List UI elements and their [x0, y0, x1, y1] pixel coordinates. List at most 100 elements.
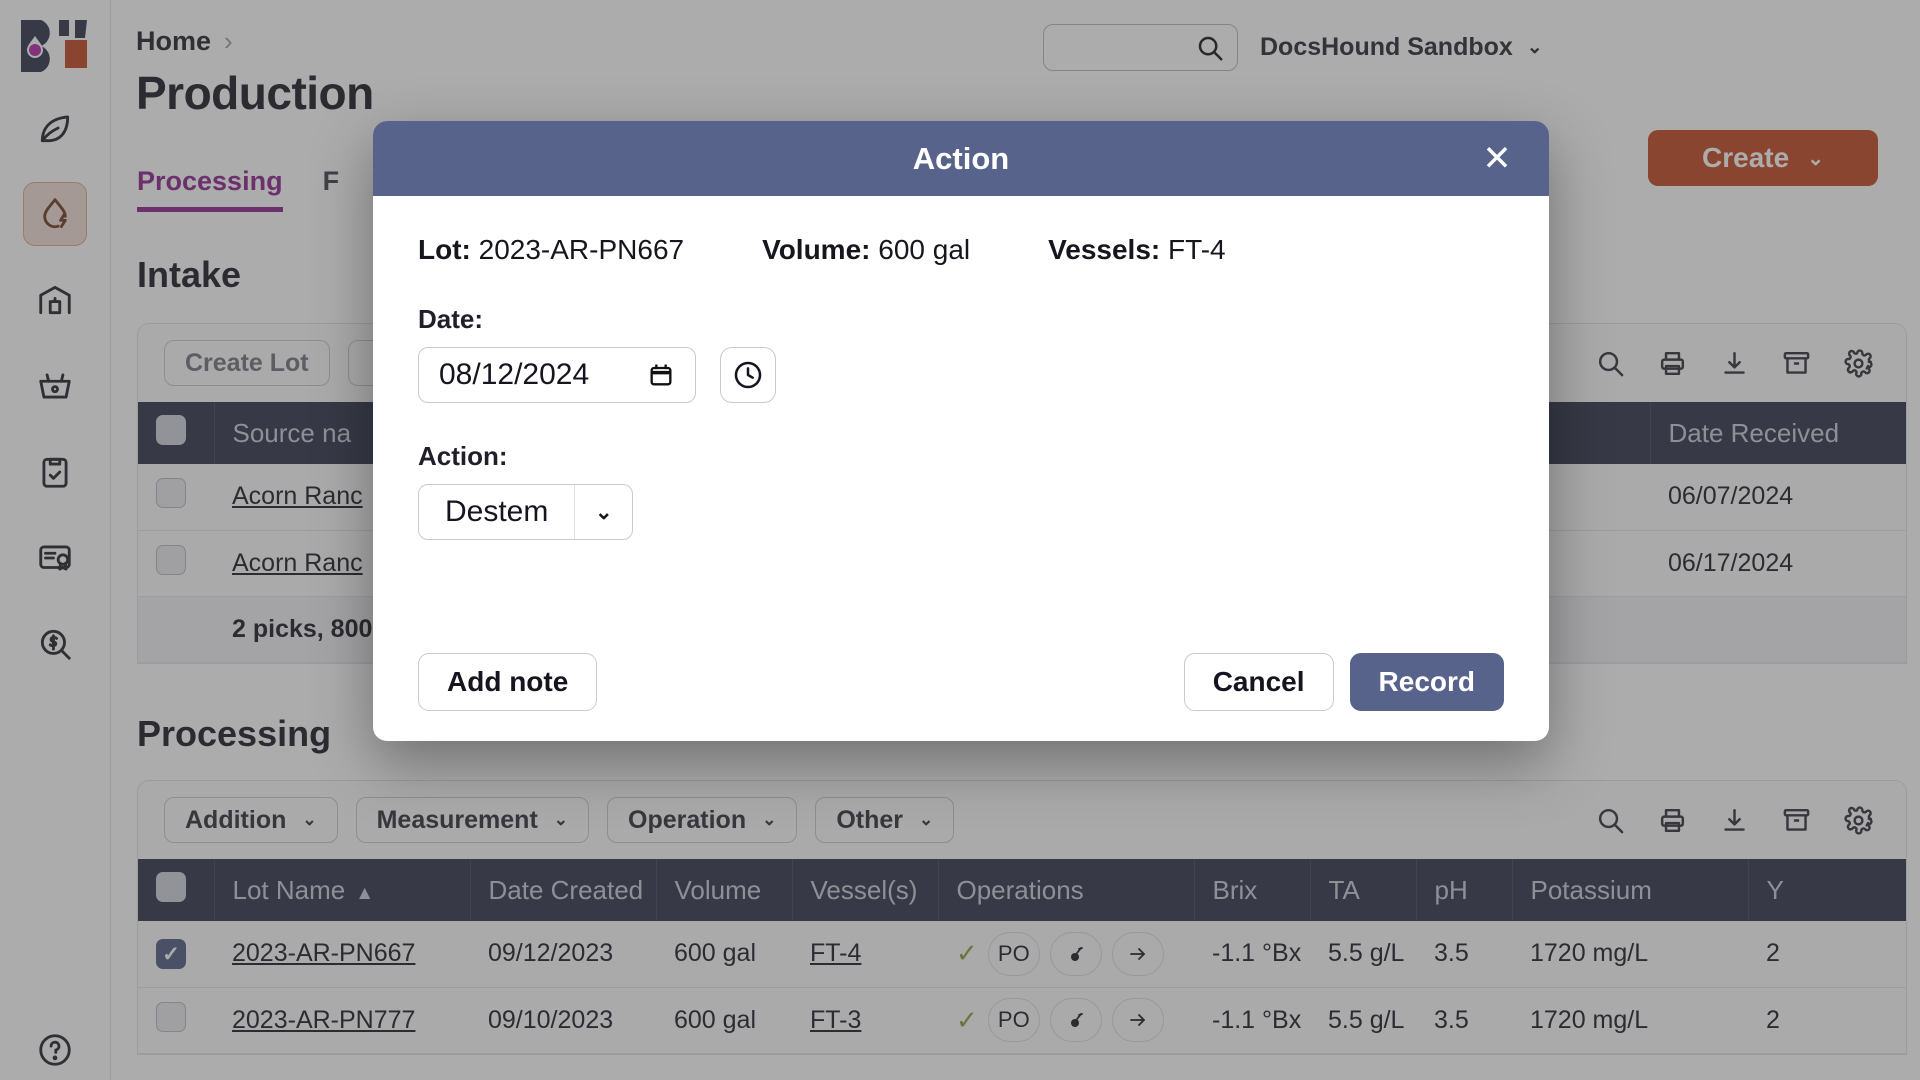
download-icon[interactable] — [1712, 798, 1756, 842]
row-checkbox-cell[interactable] — [138, 987, 214, 1054]
screen: Home › DocsHound Sandbox ⌄ Production Pr… — [0, 0, 1920, 1080]
certificate-icon — [39, 545, 71, 571]
column-date-created[interactable]: Date Created — [470, 859, 657, 921]
create-button-label: Create — [1702, 142, 1790, 173]
column-vessels[interactable]: Vessel(s) — [792, 859, 939, 921]
sidebar-item-costing[interactable] — [23, 612, 87, 676]
gear-icon[interactable] — [1836, 341, 1880, 385]
print-icon[interactable] — [1650, 341, 1694, 385]
cell-vessel: FT-3 — [792, 987, 938, 1054]
column-lot-name-label: Lot Name — [232, 874, 346, 905]
lot-link[interactable]: 2023-AR-PN667 — [232, 939, 415, 967]
chevron-down-icon: ⌄ — [1526, 37, 1543, 58]
column-operations[interactable]: Operations — [938, 859, 1195, 921]
row-checkbox[interactable] — [156, 478, 186, 509]
create-lot-button[interactable]: Create Lot — [164, 340, 330, 386]
source-link[interactable]: Acorn Ranc — [232, 549, 363, 577]
row-checkbox-cell[interactable]: ✓ — [138, 921, 214, 988]
sidebar-item-vineyard[interactable] — [23, 96, 87, 160]
status-check-icon: ✓ — [956, 938, 978, 969]
table-row[interactable]: 2023-AR-PN777 09/10/2023 600 gal FT-3 ✓ … — [138, 987, 1906, 1054]
column-ph[interactable]: pH — [1416, 859, 1513, 921]
meta-volume-value: 600 gal — [878, 234, 971, 265]
archive-icon[interactable] — [1774, 798, 1818, 842]
select-all-checkbox[interactable] — [156, 871, 186, 902]
grape-icon[interactable] — [1049, 931, 1102, 976]
row-checkbox[interactable] — [156, 1001, 186, 1032]
action-select[interactable]: Destem ⌄ — [418, 484, 634, 540]
sidebar-item-warehouse[interactable] — [23, 268, 87, 332]
droplet-bolt-icon — [43, 198, 67, 229]
sidebar-item-orders[interactable] — [23, 354, 87, 418]
cell-date-received: 06/07/2024 — [1650, 464, 1906, 531]
filter-addition[interactable]: Addition ⌄ — [164, 797, 338, 843]
filter-measurement[interactable]: Measurement ⌄ — [355, 797, 590, 843]
search-icon[interactable] — [1588, 798, 1632, 842]
vessel-link[interactable]: FT-3 — [810, 1006, 861, 1034]
processing-panel: Addition ⌄ Measurement ⌄ Operation ⌄ Oth… — [137, 780, 1907, 1055]
row-checkbox[interactable] — [156, 544, 186, 575]
chevron-down-icon: ⌄ — [553, 810, 569, 829]
column-ta[interactable]: TA — [1310, 859, 1417, 921]
arrow-right-icon[interactable] — [1111, 998, 1164, 1042]
print-icon[interactable] — [1650, 798, 1694, 842]
modal-meta-row: Lot: 2023-AR-PN667 Volume: 600 gal Vesse… — [418, 234, 1504, 266]
grape-icon[interactable] — [1049, 998, 1102, 1042]
column-date-received[interactable]: Date Received — [1650, 402, 1906, 464]
download-icon[interactable] — [1712, 341, 1756, 385]
close-icon[interactable]: ✕ — [1477, 139, 1517, 179]
tab-secondary[interactable]: F — [323, 166, 340, 212]
tab-processing[interactable]: Processing — [137, 166, 283, 212]
add-note-button[interactable]: Add note — [418, 653, 598, 711]
gear-icon[interactable] — [1836, 798, 1880, 842]
meta-vessels-key: Vessels: — [1048, 234, 1161, 265]
column-y[interactable]: Y — [1748, 859, 1906, 921]
filter-operation[interactable]: Operation ⌄ — [607, 797, 798, 843]
lot-link[interactable]: 2023-AR-PN777 — [232, 1006, 415, 1034]
vessel-link[interactable]: FT-4 — [810, 939, 861, 967]
breadcrumb-home[interactable]: Home — [136, 26, 211, 57]
select-all-header[interactable] — [138, 402, 215, 464]
app-logo[interactable] — [19, 18, 91, 74]
date-input[interactable]: 08/12/2024 — [418, 347, 696, 403]
time-picker-button[interactable] — [720, 347, 776, 403]
operations-group: ✓ PO — [956, 931, 1176, 976]
basket-icon — [39, 373, 71, 399]
meta-lot-key: Lot: — [418, 234, 471, 265]
select-all-header[interactable] — [138, 859, 215, 921]
cell-y: 2 — [1748, 921, 1906, 988]
cell-ta: 5.5 g/L — [1310, 987, 1416, 1054]
table-row[interactable]: ✓ 2023-AR-PN667 09/12/2023 600 gal FT-4 … — [138, 921, 1906, 988]
archive-icon[interactable] — [1774, 341, 1818, 385]
column-volume[interactable]: Volume — [656, 859, 793, 921]
warehouse-icon — [39, 285, 71, 315]
record-button[interactable]: Record — [1349, 653, 1504, 711]
column-brix[interactable]: Brix — [1194, 859, 1311, 921]
column-potassium[interactable]: Potassium — [1512, 859, 1749, 921]
filter-operation-label: Operation — [628, 805, 747, 834]
sidebar-item-help[interactable] — [23, 1018, 87, 1080]
row-checkbox-cell[interactable] — [138, 530, 214, 597]
help-circle-icon — [39, 1034, 71, 1066]
chevron-down-icon[interactable]: ⌄ — [574, 485, 632, 539]
filter-other[interactable]: Other ⌄ — [815, 797, 955, 843]
source-link[interactable]: Acorn Ranc — [232, 482, 363, 510]
clock-icon — [734, 361, 762, 389]
row-checkbox[interactable]: ✓ — [156, 939, 186, 969]
dollar-search-icon — [40, 629, 71, 660]
modal-title: Action — [912, 140, 1010, 176]
operation-chip-po[interactable]: PO — [987, 931, 1040, 976]
operation-chip-po[interactable]: PO — [987, 998, 1040, 1042]
sidebar-item-tasks[interactable] — [23, 440, 87, 504]
sidebar-item-compliance[interactable] — [23, 526, 87, 590]
chevron-right-icon: › — [224, 26, 233, 56]
column-lot-name[interactable]: Lot Name ▲ — [214, 859, 471, 921]
row-checkbox-cell[interactable] — [138, 464, 214, 531]
select-all-checkbox[interactable] — [156, 414, 186, 445]
cancel-button[interactable]: Cancel — [1183, 653, 1334, 711]
create-button[interactable]: Create ⌄ — [1648, 130, 1878, 186]
arrow-right-icon[interactable] — [1111, 931, 1164, 976]
sidebar-item-production[interactable] — [23, 182, 87, 246]
calendar-icon[interactable] — [647, 361, 675, 389]
search-icon[interactable] — [1588, 341, 1632, 385]
